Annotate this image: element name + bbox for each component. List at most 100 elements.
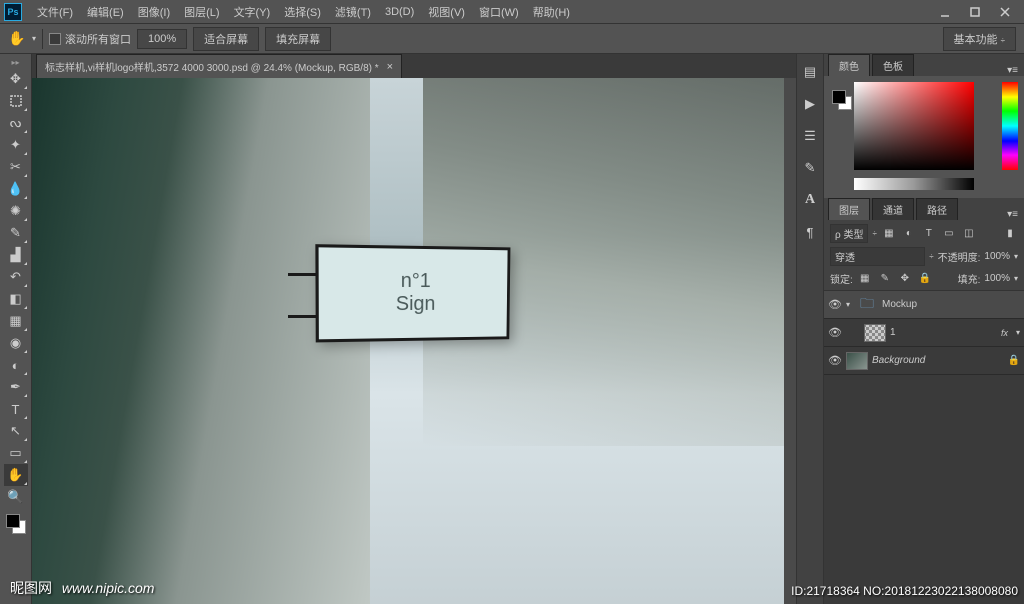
history-panel-icon[interactable]: ▤ (800, 62, 820, 82)
marquee-tool[interactable] (4, 90, 28, 112)
canvas-viewport[interactable]: n°1 Sign (32, 78, 796, 604)
chevron-down-icon[interactable]: ▾ (32, 34, 36, 43)
properties-panel-icon[interactable]: ☰ (800, 126, 820, 146)
menu-layer[interactable]: 图层(L) (177, 1, 226, 23)
pen-tool[interactable]: ✒ (4, 376, 28, 398)
opacity-label: 不透明度: (938, 249, 981, 264)
lock-all-icon[interactable]: 🔒 (917, 270, 933, 286)
zoom-tool[interactable]: 🔍 (4, 486, 28, 508)
actions-panel-icon[interactable]: ▶ (800, 94, 820, 114)
panel-menu-icon[interactable]: ▾≡ (1001, 65, 1024, 76)
layer-item[interactable]: 👁 1 fx ▾ (824, 319, 1024, 347)
fill-label: 填充: (958, 271, 981, 286)
fit-screen-button[interactable]: 适合屏幕 (193, 27, 259, 51)
layer-thumbnail (846, 352, 868, 370)
history-brush-tool[interactable]: ↶ (4, 266, 28, 288)
layer-visibility-icon[interactable]: 👁 (828, 298, 842, 311)
layer-item-background[interactable]: 👁 Background 🔒 (824, 347, 1024, 375)
layer-group[interactable]: 👁 ▾ 🗀 Mockup (824, 291, 1024, 319)
vertical-scrollbar[interactable] (784, 78, 796, 604)
layer-visibility-icon[interactable]: 👁 (828, 354, 842, 367)
layer-name[interactable]: Background (872, 355, 1004, 366)
menu-bar: Ps 文件(F) 编辑(E) 图像(I) 图层(L) 文字(Y) 选择(S) 滤… (0, 0, 1024, 24)
healing-brush-tool[interactable]: ✺ (4, 200, 28, 222)
lock-pixels-icon[interactable]: ✎ (877, 270, 893, 286)
blur-tool[interactable]: ◉ (4, 332, 28, 354)
menu-image[interactable]: 图像(I) (131, 1, 177, 23)
filter-smart-icon[interactable]: ◫ (961, 226, 977, 242)
eyedropper-tool[interactable]: 💧 (4, 178, 28, 200)
layer-filter-kind[interactable]: ρ 类型 (830, 224, 868, 243)
rectangle-tool[interactable]: ▭ (4, 442, 28, 464)
tool-preset-hand-icon[interactable]: ✋ (8, 30, 26, 48)
menu-type[interactable]: 文字(Y) (227, 1, 278, 23)
minimize-button[interactable] (930, 3, 960, 21)
workspace-switcher[interactable]: 基本功能 ÷ (943, 27, 1016, 51)
color-panel-swatch[interactable] (830, 88, 854, 112)
sign-text-line2: Sign (395, 294, 435, 317)
app-logo: Ps (4, 3, 22, 21)
document-tab-title: 标志样机,vi样机logo样机,3572 4000 3000.psd @ 24.… (45, 59, 379, 74)
menu-view[interactable]: 视图(V) (421, 1, 472, 23)
blend-mode-select[interactable]: 穿透 (830, 247, 925, 266)
tab-close-icon[interactable]: × (387, 61, 393, 73)
layer-collapse-icon[interactable]: ▾ (846, 300, 850, 309)
document-tab[interactable]: 标志样机,vi样机logo样机,3572 4000 3000.psd @ 24.… (36, 54, 402, 78)
scroll-all-windows-option[interactable]: 滚动所有窗口 (49, 31, 131, 47)
color-tab[interactable]: 颜色 (828, 54, 870, 76)
fill-value[interactable]: 100% (984, 273, 1010, 284)
filter-adjust-icon[interactable]: ◐ (901, 226, 917, 242)
filter-shape-icon[interactable]: ▭ (941, 226, 957, 242)
fill-screen-button[interactable]: 填充屏幕 (265, 27, 331, 51)
hue-slider[interactable] (1002, 82, 1018, 170)
brush-tool[interactable]: ✎ (4, 222, 28, 244)
toolbox-flyout-icon[interactable]: ▸▸ (6, 58, 26, 66)
foreground-background-swatch[interactable] (4, 512, 28, 536)
swatches-tab[interactable]: 色板 (872, 54, 914, 76)
brushes-panel-icon[interactable]: ✎ (800, 158, 820, 178)
folder-icon: 🗀 (856, 296, 878, 314)
menu-help[interactable]: 帮助(H) (526, 1, 577, 23)
filter-toggle-icon[interactable]: ▮ (1002, 226, 1018, 242)
menu-select[interactable]: 选择(S) (277, 1, 328, 23)
channels-tab[interactable]: 通道 (872, 198, 914, 220)
document-tab-bar: 标志样机,vi样机logo样机,3572 4000 3000.psd @ 24.… (32, 54, 796, 78)
menu-window[interactable]: 窗口(W) (472, 1, 526, 23)
eraser-tool[interactable]: ◧ (4, 288, 28, 310)
chevron-down-icon[interactable]: ▾ (1016, 328, 1020, 337)
layer-name[interactable]: 1 (890, 327, 997, 338)
panel-menu-icon[interactable]: ▾≡ (1001, 209, 1024, 220)
gradient-tool[interactable]: ▦ (4, 310, 28, 332)
color-field[interactable] (854, 82, 974, 170)
move-tool[interactable]: ✥ (4, 68, 28, 90)
maximize-button[interactable] (960, 3, 990, 21)
menu-file[interactable]: 文件(F) (30, 1, 80, 23)
dodge-tool[interactable]: ◐ (4, 354, 28, 376)
menu-edit[interactable]: 编辑(E) (80, 1, 131, 23)
clone-stamp-tool[interactable]: ▟ (4, 244, 28, 266)
filter-type-icon[interactable]: T (921, 226, 937, 242)
zoom-level-button[interactable]: 100% (137, 29, 187, 49)
lasso-tool[interactable]: ᔓ (4, 112, 28, 134)
character-panel-icon[interactable]: A (800, 190, 820, 210)
layer-name[interactable]: Mockup (882, 299, 1020, 310)
paragraph-panel-icon[interactable]: ¶ (800, 222, 820, 242)
lock-position-icon[interactable]: ✥ (897, 270, 913, 286)
layer-visibility-icon[interactable]: 👁 (828, 326, 842, 339)
layers-tab[interactable]: 图层 (828, 198, 870, 220)
magic-wand-tool[interactable]: ✦ (4, 134, 28, 156)
lock-transparent-icon[interactable]: ▦ (857, 270, 873, 286)
opacity-value[interactable]: 100% (984, 251, 1010, 262)
paths-tab[interactable]: 路径 (916, 198, 958, 220)
grayscale-ramp[interactable] (854, 178, 974, 190)
crop-tool[interactable]: ✂ (4, 156, 28, 178)
foreground-color-swatch[interactable] (6, 514, 20, 528)
hand-tool[interactable]: ✋ (4, 464, 28, 486)
type-tool[interactable]: T (4, 398, 28, 420)
filter-pixel-icon[interactable]: ▦ (881, 226, 897, 242)
close-button[interactable] (990, 3, 1020, 21)
path-selection-tool[interactable]: ↖ (4, 420, 28, 442)
menu-3d[interactable]: 3D(D) (378, 3, 421, 21)
menu-filter[interactable]: 滤镜(T) (328, 1, 378, 23)
layer-fx-badge[interactable]: fx (1001, 328, 1008, 338)
